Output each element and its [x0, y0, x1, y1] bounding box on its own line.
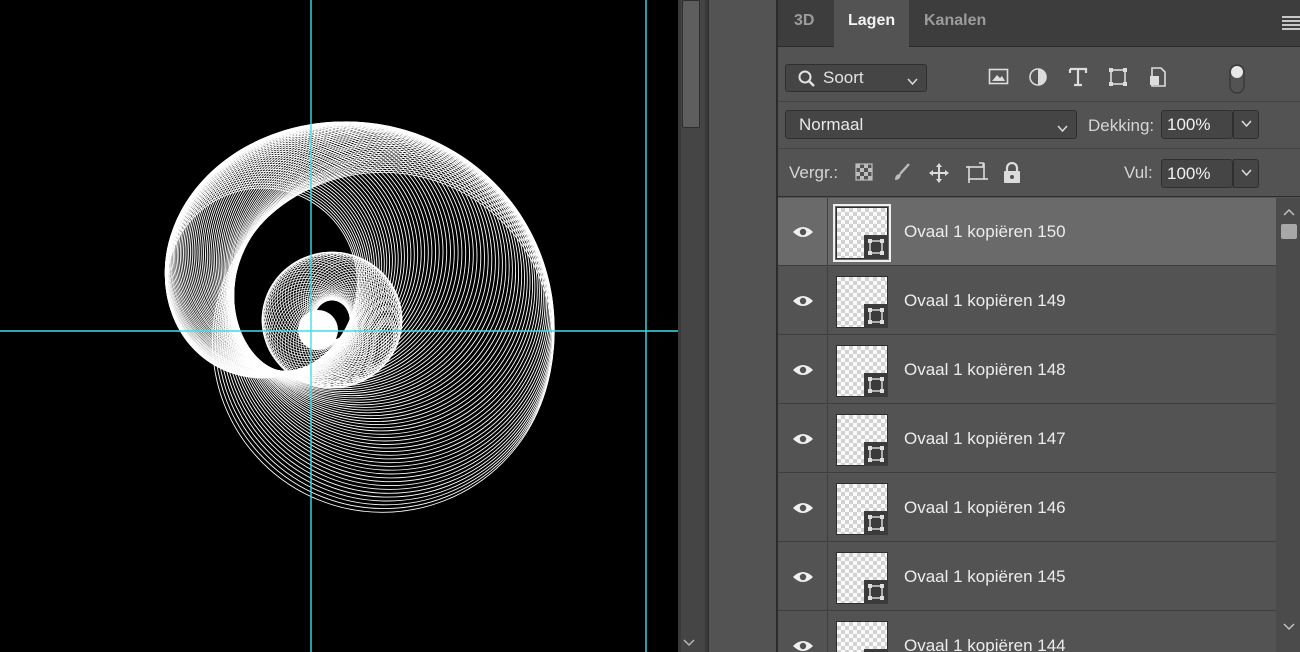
layer-name[interactable]: Ovaal 1 kopiëren 144: [904, 636, 1066, 652]
lock-position-move-icon[interactable]: [925, 159, 953, 187]
lock-all-icon[interactable]: [999, 159, 1027, 187]
blend-row: Normaal Dekking: 100%: [778, 103, 1300, 149]
scroll-down-icon[interactable]: [1283, 618, 1295, 636]
spirograph-artwork: [0, 0, 678, 652]
visibility-eye-icon[interactable]: [778, 612, 828, 652]
layer-filter-row: Soort: [778, 48, 1300, 102]
visibility-eye-icon[interactable]: [778, 474, 828, 542]
layer-thumbnail[interactable]: [836, 345, 888, 397]
tab-3d[interactable]: 3D: [780, 0, 828, 47]
visibility-eye-icon[interactable]: [778, 336, 828, 404]
layer-row[interactable]: Ovaal 1 kopiëren 147: [778, 405, 1276, 473]
fill-field[interactable]: 100%: [1161, 159, 1233, 188]
document-canvas[interactable]: [0, 0, 678, 652]
shape-layer-icon: [864, 580, 888, 604]
scroll-thumb[interactable]: [682, 0, 700, 128]
lock-transparency-icon[interactable]: [851, 159, 879, 187]
lock-artboard-icon[interactable]: [962, 159, 990, 187]
lock-image-brush-icon[interactable]: [889, 159, 917, 187]
visibility-eye-icon[interactable]: [778, 267, 828, 335]
layer-row[interactable]: Ovaal 1 kopiëren 148: [778, 336, 1276, 404]
layer-name[interactable]: Ovaal 1 kopiëren 149: [904, 291, 1066, 311]
visibility-eye-icon[interactable]: [778, 543, 828, 611]
layers-scrollbar[interactable]: [1276, 198, 1300, 652]
scroll-up-icon[interactable]: [1283, 203, 1295, 221]
adjustment-filter-icon[interactable]: [1024, 62, 1054, 92]
layer-row[interactable]: Ovaal 1 kopiëren 145: [778, 543, 1276, 611]
layer-name[interactable]: Ovaal 1 kopiëren 146: [904, 498, 1066, 518]
layer-thumbnail[interactable]: [836, 552, 888, 604]
layer-thumbnail[interactable]: [836, 276, 888, 328]
filter-kind-select[interactable]: Soort: [785, 64, 927, 92]
filter-kind-label: Soort: [823, 68, 864, 87]
scroll-down-icon[interactable]: [683, 635, 695, 650]
layer-name[interactable]: Ovaal 1 kopiëren 145: [904, 567, 1066, 587]
fill-label: Vul:: [1124, 163, 1153, 182]
layer-thumbnail[interactable]: [836, 414, 888, 466]
blend-mode-value: Normaal: [799, 115, 864, 134]
layer-row[interactable]: Ovaal 1 kopiëren 146: [778, 474, 1276, 542]
lock-label: Vergr.:: [789, 163, 839, 182]
oval-core: [298, 310, 338, 350]
tab-lagen[interactable]: Lagen: [834, 0, 910, 48]
layer-row[interactable]: Ovaal 1 kopiëren 149: [778, 267, 1276, 335]
shape-layer-icon: [864, 304, 888, 328]
panel-tabbar: 3D Lagen Kanalen: [778, 0, 1300, 48]
layers-panel: 3D Lagen Kanalen Soort Normaal Dekking: …: [776, 0, 1300, 652]
lock-row: Vergr.: Vul: 100%: [778, 150, 1300, 197]
layers-list[interactable]: Ovaal 1 kopiëren 150 Ovaal 1 kopiëren 14…: [778, 198, 1276, 652]
layers-scroll-thumb[interactable]: [1281, 224, 1297, 239]
layer-thumbnail[interactable]: [836, 483, 888, 535]
search-icon: [798, 70, 816, 93]
layer-name[interactable]: Ovaal 1 kopiëren 147: [904, 429, 1066, 449]
layer-name[interactable]: Ovaal 1 kopiëren 150: [904, 222, 1066, 242]
chevron-down-icon: [1241, 120, 1252, 128]
visibility-eye-icon[interactable]: [778, 198, 828, 266]
smart-object-filter-icon[interactable]: [1144, 62, 1174, 92]
shape-layer-icon: [864, 511, 888, 535]
blend-mode-select[interactable]: Normaal: [785, 110, 1077, 139]
tab-kanalen[interactable]: Kanalen: [910, 0, 1000, 47]
opacity-dropdown-button[interactable]: [1233, 110, 1259, 139]
shape-layer-icon: [864, 373, 888, 397]
shape-layer-icon: [864, 235, 888, 259]
layer-row[interactable]: Ovaal 1 kopiëren 144: [778, 612, 1276, 652]
layer-name[interactable]: Ovaal 1 kopiëren 148: [904, 360, 1066, 380]
shape-filter-icon[interactable]: [1104, 62, 1134, 92]
panel-dock-gap: [708, 0, 776, 652]
filter-toggle-switch[interactable]: [1228, 62, 1246, 96]
layer-row[interactable]: Ovaal 1 kopiëren 150: [778, 198, 1276, 266]
layer-thumbnail[interactable]: [836, 621, 888, 652]
opacity-label: Dekking:: [1088, 116, 1155, 135]
visibility-eye-icon[interactable]: [778, 405, 828, 473]
fill-dropdown-button[interactable]: [1233, 159, 1259, 188]
image-filter-icon[interactable]: [984, 62, 1014, 92]
shape-layer-icon: [864, 442, 888, 466]
canvas-scrollbar[interactable]: [678, 0, 708, 652]
opacity-field[interactable]: 100%: [1161, 110, 1233, 139]
panel-menu-icon[interactable]: [1282, 16, 1300, 30]
chevron-down-icon: [1057, 120, 1068, 138]
type-filter-icon[interactable]: [1064, 62, 1094, 92]
chevron-down-icon: [907, 73, 918, 91]
layer-thumbnail[interactable]: [833, 204, 891, 262]
chevron-down-icon: [1241, 169, 1252, 177]
